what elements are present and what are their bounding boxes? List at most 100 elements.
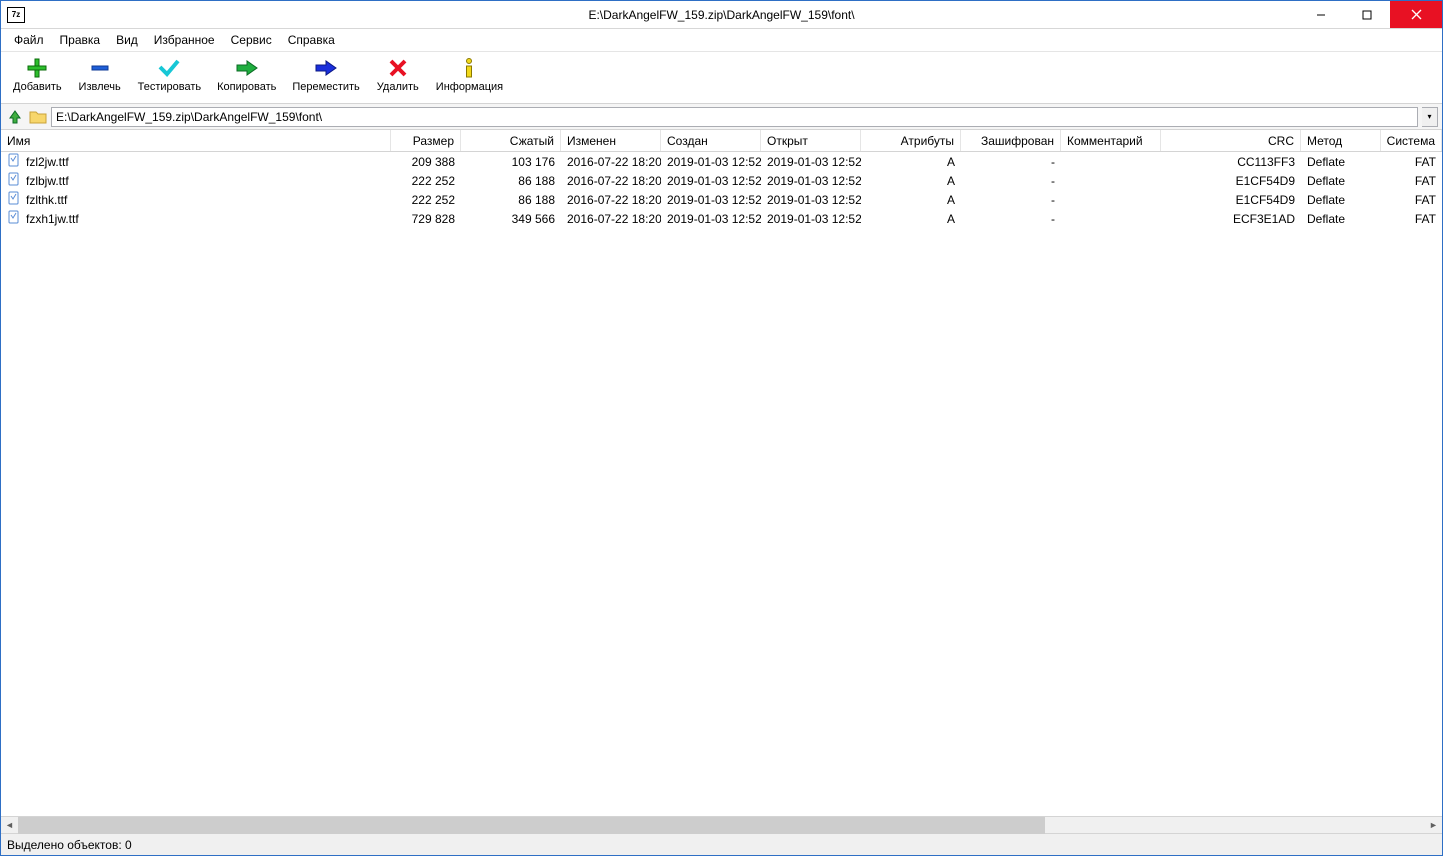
scroll-left-button[interactable]: ◄ — [1, 817, 18, 834]
delete-icon — [385, 57, 411, 79]
info-label: Информация — [436, 81, 503, 93]
menu-view[interactable]: Вид — [109, 30, 145, 50]
cell-method: Deflate — [1301, 174, 1381, 188]
menu-tools[interactable]: Сервис — [224, 30, 279, 50]
minus-icon — [87, 57, 113, 79]
cell-packed: 349 566 — [461, 212, 561, 226]
up-arrow-icon — [7, 109, 23, 125]
scroll-thumb[interactable] — [18, 817, 1045, 834]
cell-modified: 2016-07-22 18:20 — [561, 174, 661, 188]
nav-up-button[interactable] — [5, 107, 25, 127]
info-icon — [456, 57, 482, 79]
move-arrow-icon — [313, 57, 339, 79]
menu-favorites[interactable]: Избранное — [147, 30, 222, 50]
table-row[interactable]: fzl2jw.ttf209 388103 1762016-07-22 18:20… — [1, 152, 1442, 171]
window-title: E:\DarkAngelFW_159.zip\DarkAngelFW_159\f… — [588, 8, 854, 22]
cell-encrypted: - — [961, 155, 1061, 169]
maximize-button[interactable] — [1344, 1, 1390, 28]
cell-attributes: A — [861, 174, 961, 188]
cell-encrypted: - — [961, 212, 1061, 226]
cell-crc: ECF3E1AD — [1161, 212, 1301, 226]
cell-accessed: 2019-01-03 12:52 — [761, 193, 861, 207]
scroll-track[interactable] — [18, 817, 1425, 834]
column-headers: Имя Размер Сжатый Изменен Создан Открыт … — [1, 130, 1442, 152]
col-created[interactable]: Создан — [661, 130, 761, 151]
cell-accessed: 2019-01-03 12:52 — [761, 212, 861, 226]
table-row[interactable]: fzxh1jw.ttf729 828349 5662016-07-22 18:2… — [1, 209, 1442, 228]
folder-icon — [29, 109, 47, 125]
test-label: Тестировать — [138, 81, 202, 93]
cell-accessed: 2019-01-03 12:52 — [761, 174, 861, 188]
test-button[interactable]: Тестировать — [130, 55, 210, 103]
cell-size: 222 252 — [391, 174, 461, 188]
minimize-button[interactable] — [1298, 1, 1344, 28]
plus-icon — [24, 57, 50, 79]
cell-accessed: 2019-01-03 12:52 — [761, 155, 861, 169]
cell-packed: 103 176 — [461, 155, 561, 169]
file-name: fzlbjw.ttf — [25, 173, 70, 189]
check-icon — [156, 57, 182, 79]
col-crc[interactable]: CRC — [1161, 130, 1301, 151]
table-row[interactable]: fzlbjw.ttf 222 25286 1882016-07-22 18:20 2… — [1, 171, 1442, 190]
cell-encrypted: - — [961, 193, 1061, 207]
col-modified[interactable]: Изменен — [561, 130, 661, 151]
path-dropdown-button[interactable]: ▾ — [1422, 107, 1438, 127]
menu-help[interactable]: Справка — [281, 30, 342, 50]
cell-method: Deflate — [1301, 212, 1381, 226]
file-icon — [7, 210, 25, 227]
cell-name: fzl2jw.ttf — [1, 153, 391, 170]
cell-method: Deflate — [1301, 155, 1381, 169]
table-row[interactable]: fzlthk.ttf222 25286 1882016-07-22 18:202… — [1, 190, 1442, 209]
cell-size: 729 828 — [391, 212, 461, 226]
horizontal-scrollbar[interactable]: ◄ ► — [1, 816, 1442, 833]
cell-created: 2019-01-03 12:52 — [661, 212, 761, 226]
cell-attributes: A — [861, 193, 961, 207]
addressbar: ▾ — [1, 104, 1442, 130]
info-button[interactable]: Информация — [428, 55, 511, 103]
cell-system: FAT — [1381, 212, 1442, 226]
file-name: fzl2jw.ttf — [25, 154, 70, 170]
cell-method: Deflate — [1301, 193, 1381, 207]
add-button[interactable]: Добавить — [5, 55, 70, 103]
col-accessed[interactable]: Открыт — [761, 130, 861, 151]
maximize-icon — [1362, 10, 1372, 20]
col-system[interactable]: Система — [1381, 130, 1442, 151]
cell-packed: 86 188 — [461, 174, 561, 188]
extract-button[interactable]: Извлечь — [70, 55, 130, 103]
move-button[interactable]: Переместить — [284, 55, 367, 103]
menubar: Файл Правка Вид Избранное Сервис Справка — [1, 29, 1442, 52]
file-icon — [7, 153, 25, 170]
close-button[interactable] — [1390, 1, 1442, 28]
file-list[interactable]: fzl2jw.ttf209 388103 1762016-07-22 18:20… — [1, 152, 1442, 816]
toolbar: Добавить Извлечь Тестировать Копировать … — [1, 52, 1442, 104]
cell-created: 2019-01-03 12:52 — [661, 155, 761, 169]
cell-encrypted: - — [961, 174, 1061, 188]
window-controls — [1298, 1, 1442, 28]
copy-label: Копировать — [217, 81, 276, 93]
copy-arrow-icon — [234, 57, 260, 79]
col-attributes[interactable]: Атрибуты — [861, 130, 961, 151]
file-name: fzxh1jw.ttf — [25, 211, 80, 227]
cell-crc: E1CF54D9 — [1161, 174, 1301, 188]
titlebar[interactable]: 7z E:\DarkAngelFW_159.zip\DarkAngelFW_15… — [1, 1, 1442, 29]
cell-size: 222 252 — [391, 193, 461, 207]
col-packed[interactable]: Сжатый — [461, 130, 561, 151]
scroll-right-button[interactable]: ► — [1425, 817, 1442, 834]
cell-name: fzxh1jw.ttf — [1, 210, 391, 227]
cell-crc: E1CF54D9 — [1161, 193, 1301, 207]
col-method[interactable]: Метод — [1301, 130, 1381, 151]
copy-button[interactable]: Копировать — [209, 55, 284, 103]
col-size[interactable]: Размер — [391, 130, 461, 151]
menu-edit[interactable]: Правка — [53, 30, 108, 50]
cell-packed: 86 188 — [461, 193, 561, 207]
col-comment[interactable]: Комментарий — [1061, 130, 1161, 151]
menu-file[interactable]: Файл — [7, 30, 51, 50]
path-input[interactable] — [51, 107, 1418, 127]
file-icon — [7, 172, 25, 189]
app-icon: 7z — [7, 7, 25, 23]
col-name[interactable]: Имя — [1, 130, 391, 151]
app-window: 7z E:\DarkAngelFW_159.zip\DarkAngelFW_15… — [0, 0, 1443, 856]
status-selected: Выделено объектов: 0 — [7, 838, 132, 852]
col-encrypted[interactable]: Зашифрован — [961, 130, 1061, 151]
delete-button[interactable]: Удалить — [368, 55, 428, 103]
